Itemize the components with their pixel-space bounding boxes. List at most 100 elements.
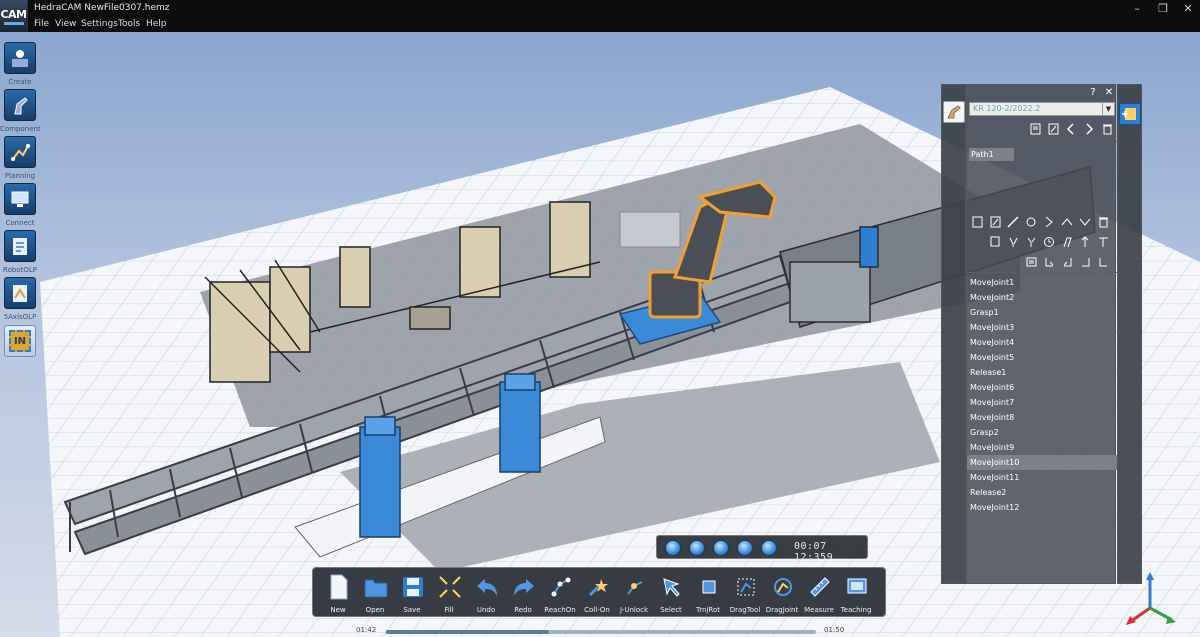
list-item[interactable]: MoveJoint5 [967,350,1117,365]
list-item-selected[interactable]: MoveJoint10 [967,455,1117,470]
command-toolbar-row-1 [971,216,1109,228]
signal-in-icon[interactable] [1061,256,1073,268]
edit-command-icon[interactable] [989,216,1001,228]
title-bar[interactable]: HedraCAM NewFile0307.hemz – ❐ ✕ [0,0,1200,18]
list-item[interactable]: MoveJoint11 [967,470,1117,485]
note-icon[interactable] [1025,256,1037,268]
axis-triad [1126,572,1176,625]
play-icon[interactable] [665,540,681,556]
menu-file[interactable]: File [34,19,49,29]
list-item[interactable]: MoveJoint7 [967,395,1117,410]
list-item[interactable]: MoveJoint6 [967,380,1117,395]
stop-icon[interactable] [689,540,705,556]
robot-olp-button[interactable] [4,230,36,262]
delete-command-icon[interactable] [1097,216,1109,228]
select-button[interactable]: Select [654,571,688,615]
teaching-button[interactable]: Teaching [839,571,873,615]
fill-button[interactable]: Fill [432,571,466,615]
list-item[interactable]: Release2 [967,485,1117,500]
window-title: HedraCAM NewFile0307.hemz [34,3,170,13]
list-item[interactable]: Grasp1 [967,305,1117,320]
step-icon[interactable] [713,540,729,556]
copy-command-icon[interactable] [989,236,1001,248]
close-icon[interactable]: ✕ [1181,2,1195,16]
arrow-right-icon[interactable] [1043,216,1055,228]
five-axis-olp-label: 5AxisOLP [3,313,37,321]
translate-rotate-button[interactable]: TrnjRot [691,571,725,615]
set-signal-icon[interactable] [1097,256,1109,268]
list-item[interactable]: MoveJoint8 [967,410,1117,425]
menu-help[interactable]: Help [146,19,167,29]
delete-path-icon[interactable] [1101,123,1113,135]
component-button[interactable] [4,89,36,121]
reach-on-button[interactable]: ReachOn [543,571,577,615]
path-list-item[interactable]: Path1 [969,148,1014,161]
restore-icon[interactable]: ❐ [1156,2,1170,16]
approach-icon[interactable] [1079,236,1091,248]
connect-button[interactable] [4,183,36,215]
minimize-icon[interactable]: – [1130,2,1144,16]
timeline-track[interactable] [386,630,816,634]
move-down-icon[interactable] [1079,216,1091,228]
in-button[interactable]: IN [4,325,36,357]
list-item[interactable]: MoveJoint3 [967,320,1117,335]
five-axis-olp-button[interactable] [4,277,36,309]
list-item[interactable]: Grasp2 [967,425,1117,440]
edit-path-icon[interactable] [1047,123,1059,135]
save-button[interactable]: Save [395,571,429,615]
command-list: MoveJoint1 MoveJoint2 Grasp1 MoveJoint3 … [967,275,1117,515]
create-button[interactable] [4,42,36,74]
timeline[interactable]: 01:42 01:50 [356,626,846,637]
speed-icon[interactable] [737,540,753,556]
menu-tools[interactable]: Tools [118,19,140,29]
chevron-right-icon[interactable] [1083,123,1095,135]
list-item[interactable]: Release1 [967,365,1117,380]
tool-icon[interactable] [1061,236,1073,248]
add-robot-icon[interactable] [1119,103,1141,125]
select-icon [660,573,684,601]
measure-icon [808,573,832,601]
redo-icon [512,573,536,601]
list-item[interactable]: MoveJoint4 [967,335,1117,350]
command-toolbar-row-3 [1025,256,1109,268]
panel-header: ? ✕ [967,85,1117,101]
list-item[interactable]: MoveJoint2 [967,290,1117,305]
planning-button[interactable] [4,136,36,168]
drag-tool-icon [734,573,758,601]
redo-button[interactable]: Redo [506,571,540,615]
panel-divider [967,141,1117,142]
timeline-progress [386,630,550,634]
retract-icon[interactable] [1097,236,1109,248]
list-item[interactable]: MoveJoint1 [967,275,1117,290]
open-button[interactable]: Open [358,571,392,615]
new-button[interactable]: New [321,571,355,615]
clock-icon[interactable] [1043,236,1055,248]
wait-signal-icon[interactable] [1079,256,1091,268]
move-linear-icon[interactable] [1007,216,1019,228]
signal-out-icon[interactable] [1043,256,1055,268]
menu-view[interactable]: View [55,19,76,29]
menu-settings[interactable]: Settings [81,19,118,29]
panel-close-icon[interactable]: ✕ [1103,87,1115,99]
collision-on-button[interactable]: Coll-On [580,571,614,615]
loop-icon[interactable] [761,540,777,556]
robot-thumbnail-icon[interactable] [943,101,965,123]
grasp-icon[interactable] [1007,236,1019,248]
move-up-icon[interactable] [1061,216,1073,228]
undo-button[interactable]: Undo [469,571,503,615]
robot-table [619,211,681,248]
list-item[interactable]: MoveJoint12 [967,500,1117,515]
list-item[interactable]: MoveJoint9 [967,440,1117,455]
new-path-icon[interactable] [1029,123,1041,135]
measure-button[interactable]: Measure [802,571,836,615]
drag-joint-button[interactable]: DragJoint [765,571,799,615]
drag-tool-button[interactable]: DragTool [728,571,762,615]
refresh-icon[interactable] [1025,216,1037,228]
new-command-icon[interactable] [971,216,983,228]
robot-select[interactable]: KR 120-2/2022.2 ▼ [969,102,1115,116]
chevron-down-icon[interactable]: ▼ [1102,103,1114,115]
help-icon[interactable]: ? [1087,87,1099,99]
chevron-left-icon[interactable] [1065,123,1077,135]
joint-unlock-button[interactable]: J-Unlock [617,571,651,615]
release-icon[interactable] [1025,236,1037,248]
